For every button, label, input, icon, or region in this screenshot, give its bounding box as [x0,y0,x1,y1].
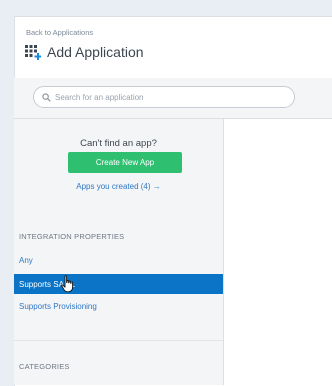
filter-item-any[interactable]: Any [14,250,223,270]
back-link-label[interactable]: Back to Applications [26,28,93,37]
filter-item-supports-provisioning[interactable]: Supports Provisioning [14,296,223,316]
categories-heading: CATEGORIES [19,362,70,371]
search-icon [42,92,51,102]
page-title: Add Application [47,44,144,60]
cant-find-app-text: Can't find an app? [80,138,157,149]
filter-item-label[interactable]: Any [19,256,33,265]
integration-properties-heading: INTEGRATION PROPERTIES [19,232,125,241]
apps-you-created-link[interactable]: Apps you created (4) → [14,182,223,191]
back-to-applications-link[interactable]: Back to Applications [26,28,93,37]
search-field[interactable] [33,86,295,108]
page-header: Add Application [25,44,144,60]
filter-item-supports-saml[interactable]: Supports SAML [14,274,223,294]
filter-item-label[interactable]: Supports Provisioning [19,302,97,311]
create-new-app-label[interactable]: Create New App [96,158,154,167]
search-input[interactable] [55,92,255,102]
hand-pointer-cursor-icon [61,275,74,293]
sidebar-divider [14,340,223,341]
app-grid-plus-icon [25,45,41,60]
create-new-app-button[interactable]: Create New App [68,152,182,173]
